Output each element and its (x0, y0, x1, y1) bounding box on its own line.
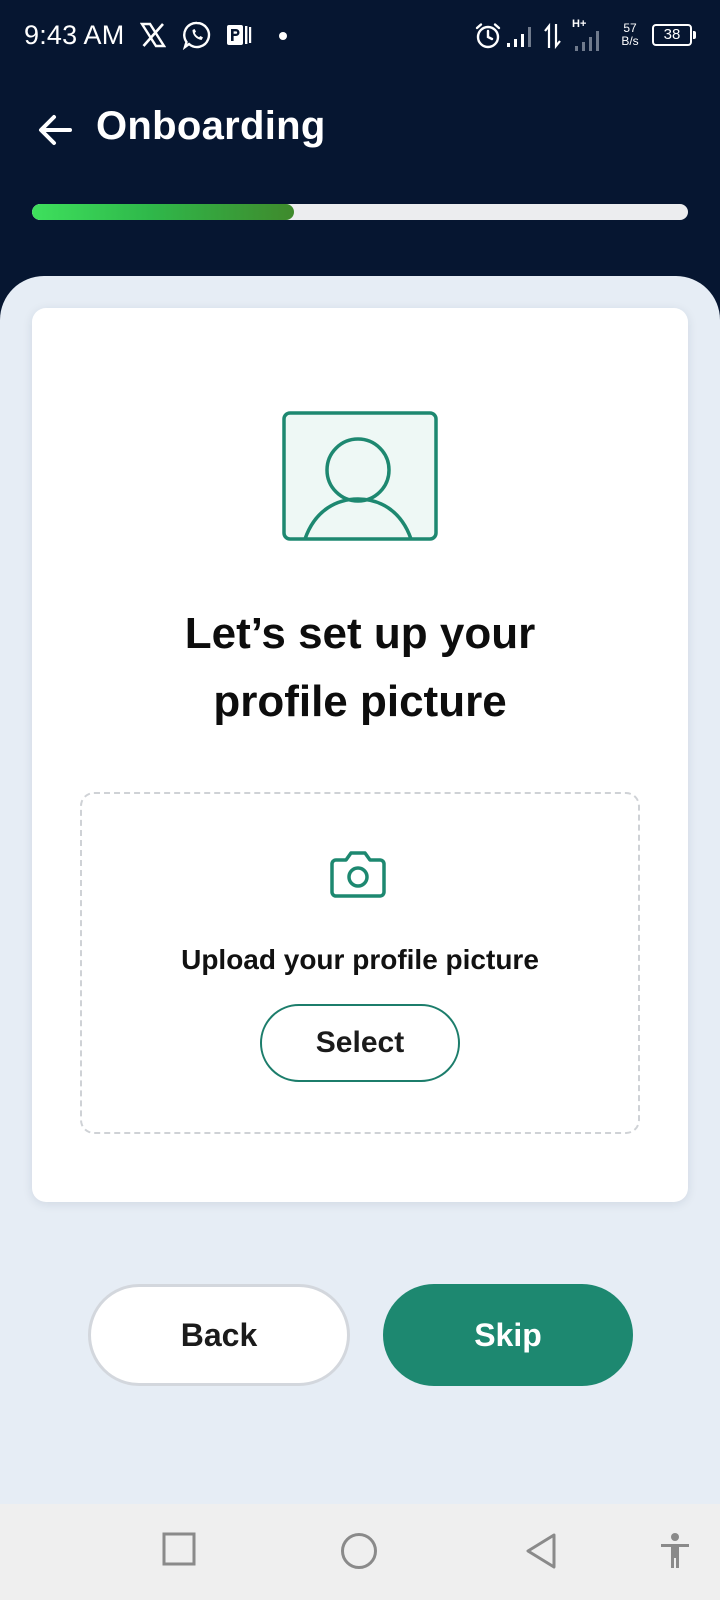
system-nav-bar (0, 1504, 720, 1600)
skip-button[interactable]: Skip (383, 1284, 633, 1386)
status-time: 9:43 AM (24, 20, 125, 50)
progress-fill (32, 204, 295, 220)
back-button[interactable]: Back (88, 1284, 350, 1386)
progress-bar (32, 204, 688, 220)
accessibility-icon[interactable] (658, 1532, 692, 1570)
camera-icon (330, 851, 386, 898)
page-heading: Let’s set up your profile picture (184, 609, 536, 726)
status-bar: 9:43 AM H+ 57 B/s 38 (0, 0, 720, 72)
whatsapp-icon (182, 21, 211, 50)
data-arrows-icon (544, 22, 561, 50)
back-triangle-icon[interactable] (524, 1532, 558, 1570)
recents-square-icon[interactable] (162, 1532, 196, 1566)
signal-icon-2: H+ (572, 18, 606, 52)
x-app-icon (140, 22, 166, 48)
net-speed: 57 B/s (621, 21, 639, 48)
signal-bars-icon (575, 31, 599, 51)
page-title: Onboarding (96, 104, 326, 148)
upload-label: Upload your profile picture (181, 944, 539, 975)
battery-icon: 38 (652, 24, 696, 46)
upload-dropzone[interactable]: Upload your profile picture Select (80, 792, 640, 1134)
alarm-icon (475, 23, 501, 49)
profile-picture-card: Let’s set up your profile picture Upload… (32, 308, 688, 1202)
dot-icon (279, 32, 287, 40)
home-circle-icon[interactable] (340, 1532, 378, 1570)
signal-icon (507, 27, 531, 47)
p-app-icon (227, 25, 252, 45)
select-button[interactable]: Select (260, 1004, 460, 1082)
arrow-left-icon[interactable] (36, 110, 76, 150)
profile-picture-icon (282, 411, 438, 541)
